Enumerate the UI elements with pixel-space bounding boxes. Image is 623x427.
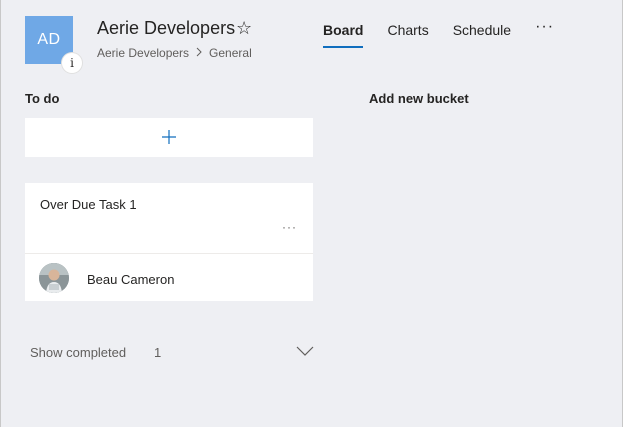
window-border-left [0,0,1,427]
plus-icon [161,127,177,149]
plan-title: Aerie Developers [97,18,236,38]
task-title[interactable]: Over Due Task 1 [40,197,137,212]
add-new-bucket-button[interactable]: Add new bucket [369,91,469,106]
breadcrumb-channel[interactable]: General [209,46,252,60]
chevron-right-icon [195,46,203,60]
breadcrumb: Aerie Developers General [97,46,252,60]
task-more-icon[interactable]: ··· [282,220,297,234]
more-options-icon[interactable]: ··· [535,18,554,36]
tab-board[interactable]: Board [323,22,363,38]
star-icon[interactable]: ☆ [236,18,252,39]
show-completed-toggle[interactable]: Show completed [30,345,126,360]
tab-schedule[interactable]: Schedule [453,22,511,38]
plan-avatar[interactable]: AD i [25,16,82,73]
assignee-avatar[interactable] [39,263,69,293]
completed-count: 1 [154,345,162,360]
active-tab-indicator [323,46,363,48]
view-tabs: Board Charts Schedule ··· [323,18,554,38]
tab-charts[interactable]: Charts [387,22,428,38]
info-icon[interactable]: i [62,53,82,73]
card-divider [25,253,313,254]
add-task-button[interactable] [25,118,313,157]
breadcrumb-group[interactable]: Aerie Developers [97,46,189,60]
bucket-title[interactable]: To do [25,91,59,106]
chevron-down-icon[interactable] [296,344,314,362]
assignee-name: Beau Cameron [87,272,175,287]
task-card[interactable]: Over Due Task 1 ··· Beau Cameron [25,183,313,301]
